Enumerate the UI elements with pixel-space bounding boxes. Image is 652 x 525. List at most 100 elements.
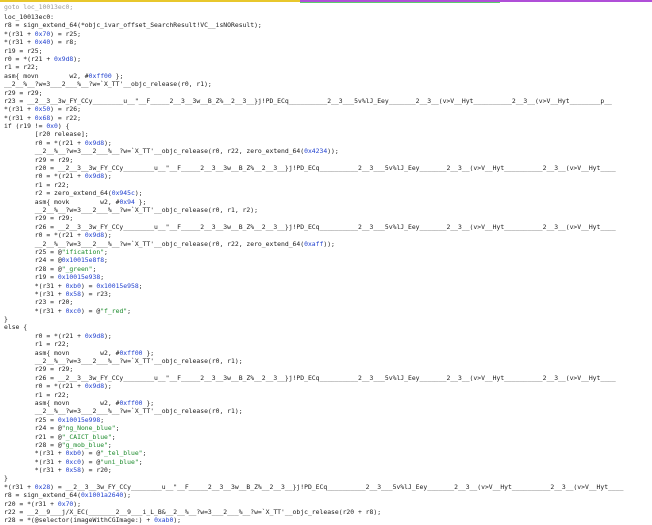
code-text: r0 = *(r21 + xyxy=(4,172,85,181)
code-line[interactable]: r29 = r29; xyxy=(4,156,652,164)
code-line[interactable]: r0 = *(r21 + 0x9d8); xyxy=(4,55,652,63)
code-line[interactable]: if (r19 != 0x0) { xyxy=(4,122,652,130)
code-text: ); xyxy=(104,382,112,391)
hex-literal: 0x0 xyxy=(46,122,58,131)
pseudocode-view[interactable]: loc_10013ec0: r8 = sign_extend_64(*objc_i… xyxy=(4,13,652,525)
code-line[interactable]: r0 = *(r21 + 0x9d8); xyxy=(4,139,652,147)
hex-literal: 0x10015e958 xyxy=(96,281,139,290)
code-line[interactable]: r25 = @"ification"; xyxy=(4,248,652,256)
string-literal: "g_mob_blue" xyxy=(61,440,108,449)
code-line[interactable]: r26 = __2__3__3w_FY_CCy________u__"__F__… xyxy=(4,374,652,382)
code-text: r29 = r29; xyxy=(4,214,74,223)
code-line[interactable]: [r20 release]; xyxy=(4,130,652,138)
code-text: r28 = *(@selector(imageWithCGImage:) + xyxy=(4,516,155,525)
hex-literal: 0x945c xyxy=(111,189,135,198)
code-text: r24 = @ xyxy=(4,424,62,433)
code-text: ); xyxy=(104,172,112,181)
code-line[interactable]: r29 = r29; xyxy=(4,365,652,373)
code-line[interactable]: *(r31 + 0x58) = r20; xyxy=(4,466,652,474)
code-line[interactable]: *(r31 + 0xc0) = @"f_red"; xyxy=(4,307,652,315)
code-line[interactable]: r22 = __2__9___j/X_EC(_______2__9___i_L_… xyxy=(4,508,652,516)
code-line[interactable]: r2 = zero_extend_64(0x945c); xyxy=(4,189,652,197)
code-line[interactable]: r28 = @"g_mob_blue"; xyxy=(4,441,652,449)
code-line[interactable]: asm{ movn w2, #0xff00 }; xyxy=(4,399,652,407)
code-text: else { xyxy=(4,323,28,332)
code-text: r28 = @ xyxy=(4,264,62,273)
code-line[interactable]: r28 = @"_green"; xyxy=(4,265,652,273)
code-line[interactable]: asm{ movn w2, #0xff00 }; xyxy=(4,349,652,357)
code-text: ; xyxy=(100,273,105,282)
code-line[interactable]: r24 = @0x10015e8f8; xyxy=(4,256,652,264)
code-line[interactable]: r8 = sign_extend_64(0x1001a2640); xyxy=(4,491,652,499)
code-line[interactable]: r1 = r22; xyxy=(4,63,652,71)
code-line[interactable]: r20 = __2__3__3w_FY_CCy________u__"__F__… xyxy=(4,164,652,172)
code-text: }; xyxy=(142,348,155,357)
code-line[interactable]: *(r31 + 0x40) = r8; xyxy=(4,38,652,46)
code-line[interactable]: __2__%__?w=3___2___%__?w=`X_TT'__objc_re… xyxy=(4,240,652,248)
code-line[interactable]: r1 = r22; xyxy=(4,181,652,189)
code-text: r29 = r29; xyxy=(4,155,74,164)
code-line[interactable]: r23 = __2__3__3w_FY_CCy________u__"__F__… xyxy=(4,97,652,105)
hex-literal: 0x68 xyxy=(34,113,51,122)
code-text: __2__%__?w=3___2___%__?w=`X_TT'__objc_re… xyxy=(4,239,305,248)
code-line[interactable]: *(r31 + 0xb0) = @"_tel_blue"; xyxy=(4,449,652,457)
code-line[interactable]: __2__%__?w=3___2___%__?w=`X_TT'__objc_re… xyxy=(4,407,652,415)
hex-literal: 0xaff xyxy=(304,239,324,248)
code-line[interactable]: } xyxy=(4,315,652,323)
code-line[interactable]: r0 = *(r21 + 0x9d8); xyxy=(4,172,652,180)
code-text: r19 = r25; xyxy=(4,46,43,55)
hex-literal: 0x58 xyxy=(65,466,81,475)
code-line[interactable]: r8 = sign_extend_64(*objc_ivar_offset_Se… xyxy=(4,21,652,29)
code-line[interactable]: r21 = @"_CAICT_blue"; xyxy=(4,433,652,441)
code-text: ; xyxy=(92,264,97,273)
code-text: ) = r8; xyxy=(50,38,78,47)
code-line[interactable]: r29 = r29; xyxy=(4,214,652,222)
code-text: ) = r22; xyxy=(50,113,81,122)
code-line[interactable]: r26 = __2__3__3w_FY_CCy________u__"__F__… xyxy=(4,223,652,231)
code-line[interactable]: r23 = r20; xyxy=(4,298,652,306)
code-line[interactable]: __2__%__?w=3___2___%__?w=`X_TT'__objc_re… xyxy=(4,357,652,365)
code-line[interactable]: loc_10013ec0: xyxy=(4,13,652,21)
code-line[interactable]: r29 = r29; xyxy=(4,89,652,97)
code-text: r23 = r20; xyxy=(4,298,74,307)
code-text: }; xyxy=(142,398,155,407)
code-line[interactable]: r1 = r22; xyxy=(4,391,652,399)
code-line[interactable]: r19 = 0x10015e938; xyxy=(4,273,652,281)
code-line[interactable]: r0 = *(r21 + 0x9d8); xyxy=(4,332,652,340)
code-text: )); xyxy=(327,147,339,156)
code-line[interactable]: r24 = @"ng_None_blue"; xyxy=(4,424,652,432)
code-line[interactable]: r25 = 0x10015e998; xyxy=(4,416,652,424)
code-text: r20 = *(r31 + xyxy=(4,499,58,508)
code-line[interactable]: *(r31 + 0xb0) = 0x10015e958; xyxy=(4,282,652,290)
code-line[interactable]: *(r31 + 0x50) = r26; xyxy=(4,105,652,113)
code-line[interactable]: __2__%__?w=3___2___%__?w=`X_TT'__objc_re… xyxy=(4,206,652,214)
code-text: ; xyxy=(100,415,105,424)
code-line[interactable]: r0 = *(r21 + 0x9d8); xyxy=(4,231,652,239)
hex-literal: 0xff00 xyxy=(119,398,143,407)
code-text: r25 = @ xyxy=(4,247,62,256)
code-line[interactable]: asm{ movk w2, #0x94 }; xyxy=(4,198,652,206)
code-line[interactable]: *(r31 + 0xc0) = @"uni_blue"; xyxy=(4,458,652,466)
code-line[interactable]: *(r31 + 0x28) = __2__3__3w_FY_CCy_______… xyxy=(4,483,652,491)
code-text: ) = __2__3__3w_FY_CCy________u__"__F____… xyxy=(50,482,624,491)
code-line[interactable]: *(r31 + 0x58) = r23; xyxy=(4,290,652,298)
code-line[interactable]: *(r31 + 0x68) = r22; xyxy=(4,114,652,122)
code-line[interactable]: r20 = *(r31 + 0x70); xyxy=(4,500,652,508)
hex-literal: 0xff00 xyxy=(88,71,112,80)
string-literal: "f_red" xyxy=(100,306,128,315)
code-line[interactable]: r19 = r25; xyxy=(4,47,652,55)
code-line[interactable]: r28 = *(@selector(imageWithCGImage:) + 0… xyxy=(4,516,652,524)
hex-literal: 0xab0 xyxy=(154,516,174,525)
code-line[interactable]: r0 = *(r21 + 0x9d8); xyxy=(4,382,652,390)
code-text: *(r31 + xyxy=(4,466,66,475)
code-line[interactable]: __2__%__?w=3___2___%__?w=`X_TT'__objc_re… xyxy=(4,147,652,155)
code-line[interactable]: *(r31 + 0x70) = r25; xyxy=(4,30,652,38)
strip-green xyxy=(300,2,500,3)
code-text: ); xyxy=(123,491,131,500)
code-text: ) = @ xyxy=(80,306,101,315)
code-line[interactable]: asm{ movn w2, #0xff00 }; xyxy=(4,72,652,80)
code-line[interactable]: else { xyxy=(4,323,652,331)
code-line[interactable]: __2__%__?w=3___2___%__?w=`X_TT'__objc_re… xyxy=(4,80,652,88)
code-text: r23 = __2__3__3w_FY_CCy________u__"__F__… xyxy=(4,96,612,105)
code-line[interactable]: r1 = r22; xyxy=(4,340,652,348)
